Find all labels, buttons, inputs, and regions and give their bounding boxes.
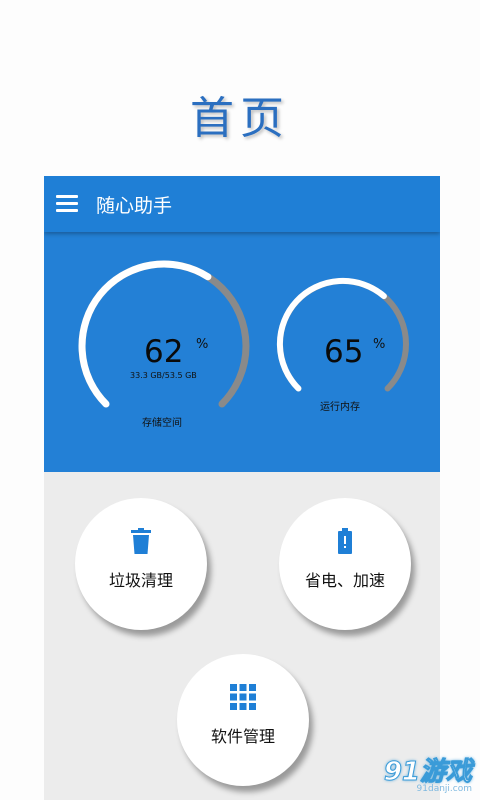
junk-cleanup-button[interactable]: 垃圾清理 xyxy=(75,498,207,630)
watermark-logo: 91游戏 xyxy=(383,757,472,788)
memory-percent-unit: % xyxy=(373,337,386,352)
site-watermark: 91游戏 91danji.com xyxy=(383,751,472,795)
promo-page-title: 首页 xyxy=(190,93,290,144)
storage-label: 存储空间 xyxy=(142,418,182,429)
app-manager-label: 软件管理 xyxy=(210,727,275,746)
phone-screen: 随心助手 62 % 33.3 GB/53.5 GB 存储空间 65 % 运行内存… xyxy=(44,176,440,800)
junk-cleanup-label: 垃圾清理 xyxy=(108,571,173,590)
memory-percent: 65 xyxy=(324,334,364,370)
power-save-boost-label: 省电、加速 xyxy=(304,571,385,590)
storage-percent: 62 xyxy=(144,334,184,370)
app-manager-button[interactable]: 软件管理 xyxy=(177,654,309,786)
gauge-canvas xyxy=(78,260,409,408)
trash-can-icon xyxy=(130,528,152,558)
battery-alert-icon xyxy=(338,528,352,558)
app-toolbar: 随心助手 xyxy=(44,176,440,232)
status-dashboard: 62 % 33.3 GB/53.5 GB 存储空间 65 % 运行内存 xyxy=(44,232,440,472)
storage-percent-unit: % xyxy=(196,337,209,352)
memory-label: 运行内存 xyxy=(320,402,360,413)
app-grid-icon xyxy=(230,684,256,714)
app-title: 随心助手 xyxy=(96,195,173,217)
storage-usage-detail: 33.3 GB/53.5 GB xyxy=(130,371,197,380)
hamburger-menu-icon[interactable] xyxy=(56,195,78,212)
power-save-boost-button[interactable]: 省电、加速 xyxy=(279,498,411,630)
